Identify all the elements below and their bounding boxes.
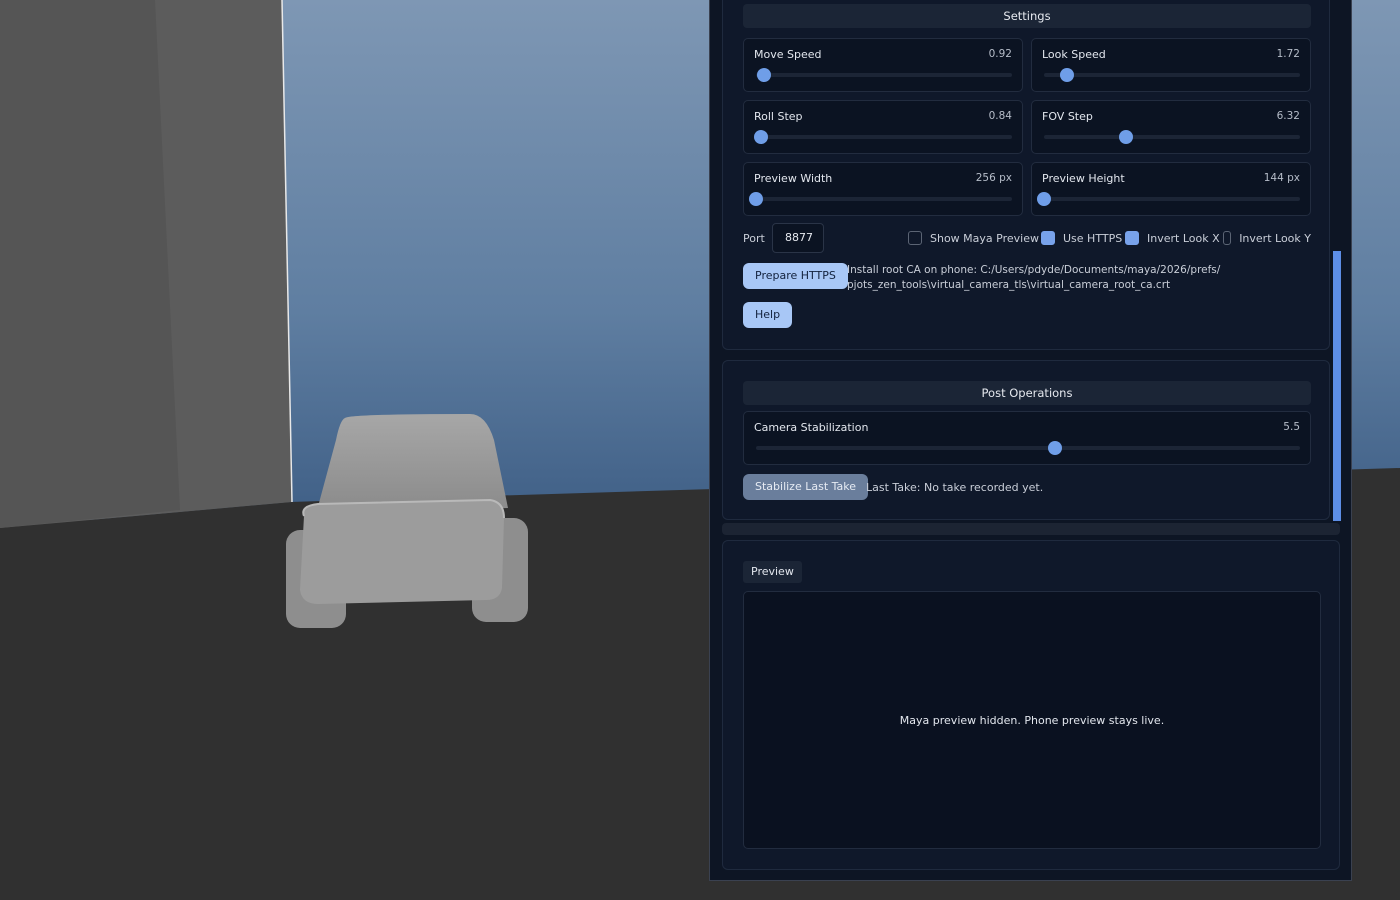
slider-thumb[interactable] bbox=[1118, 130, 1133, 144]
preview-message: Maya preview hidden. Phone preview stays… bbox=[899, 713, 1165, 727]
slider-track[interactable] bbox=[1037, 192, 1300, 206]
install-ca-line-1: Install root CA on phone: C:/Users/pdyde… bbox=[847, 264, 1221, 276]
slider-value: 1.72 bbox=[1276, 48, 1300, 60]
slider-thumb[interactable] bbox=[1037, 192, 1051, 206]
checkbox-box[interactable] bbox=[908, 231, 922, 245]
slider-track[interactable] bbox=[754, 130, 1012, 144]
slider-thumb[interactable] bbox=[749, 192, 763, 206]
settings-section: Settings Move Speed 0.92 Look Speed 1.72… bbox=[722, 0, 1330, 350]
slider-label: Move Speed bbox=[754, 48, 822, 61]
prepare-https-button[interactable]: Prepare HTTPS bbox=[743, 263, 848, 289]
virtual-camera-panel: Settings Move Speed 0.92 Look Speed 1.72… bbox=[709, 0, 1352, 881]
section-splitter[interactable] bbox=[722, 523, 1340, 535]
checkbox-label: Use HTTPS bbox=[1063, 231, 1123, 245]
checkbox-box[interactable] bbox=[1125, 231, 1139, 245]
slider-value: 256 px bbox=[975, 172, 1012, 184]
look-speed-slider[interactable]: Look Speed 1.72 bbox=[1031, 38, 1311, 92]
invert-look-y-checkbox[interactable]: Invert Look Y bbox=[1223, 230, 1311, 246]
stabilize-last-take-button[interactable]: Stabilize Last Take bbox=[743, 474, 869, 500]
slider-track[interactable] bbox=[749, 192, 1012, 206]
slider-value: 0.92 bbox=[988, 48, 1012, 60]
slider-track[interactable] bbox=[756, 441, 1300, 455]
preview-width-slider[interactable]: Preview Width 256 px bbox=[743, 162, 1023, 216]
show-maya-preview-checkbox[interactable]: Show Maya Preview bbox=[908, 230, 1039, 246]
slider-track[interactable] bbox=[1044, 130, 1300, 144]
roll-step-slider[interactable]: Roll Step 0.84 bbox=[743, 100, 1023, 154]
slider-thumb[interactable] bbox=[1060, 68, 1075, 82]
slider-thumb[interactable] bbox=[756, 68, 771, 82]
slider-label: Look Speed bbox=[1042, 48, 1106, 61]
post-operations-section: Post Operations Camera Stabilization 5.5… bbox=[722, 360, 1330, 520]
slider-value: 6.32 bbox=[1276, 110, 1300, 122]
fov-step-slider[interactable]: FOV Step 6.32 bbox=[1031, 100, 1311, 154]
install-ca-text: Install root CA on phone: C:/Users/pdyde… bbox=[847, 263, 1220, 293]
slider-value: 144 px bbox=[1263, 172, 1300, 184]
slider-label: Camera Stabilization bbox=[754, 421, 869, 434]
checkbox-label: Invert Look Y bbox=[1239, 231, 1311, 245]
checkbox-box[interactable] bbox=[1041, 231, 1055, 245]
port-value: 8877 bbox=[785, 231, 813, 244]
install-ca-line-2: pjots_zen_tools\virtual_camera_tls\virtu… bbox=[847, 279, 1171, 291]
move-speed-slider[interactable]: Move Speed 0.92 bbox=[743, 38, 1023, 92]
post-operations-header: Post Operations bbox=[743, 381, 1311, 405]
checkbox-label: Show Maya Preview bbox=[930, 231, 1039, 245]
last-take-status: Last Take: No take recorded yet. bbox=[866, 481, 1044, 494]
slider-track[interactable] bbox=[756, 68, 1012, 82]
preview-area: Maya preview hidden. Phone preview stays… bbox=[743, 591, 1321, 849]
slider-label: FOV Step bbox=[1042, 110, 1093, 123]
settings-header: Settings bbox=[743, 4, 1311, 28]
preview-height-slider[interactable]: Preview Height 144 px bbox=[1031, 162, 1311, 216]
preview-tab-label: Preview bbox=[743, 561, 802, 583]
port-label: Port bbox=[743, 232, 765, 245]
slider-thumb[interactable] bbox=[754, 130, 769, 144]
port-input[interactable]: 8877 bbox=[772, 223, 824, 253]
slider-value: 5.5 bbox=[1283, 421, 1300, 433]
slider-label: Roll Step bbox=[754, 110, 803, 123]
checkbox-label: Invert Look X bbox=[1147, 231, 1220, 245]
use-https-checkbox[interactable]: Use HTTPS bbox=[1041, 230, 1122, 246]
checkbox-box[interactable] bbox=[1223, 231, 1232, 245]
help-button[interactable]: Help bbox=[743, 302, 793, 328]
camera-stabilization-slider[interactable]: Camera Stabilization 5.5 bbox=[743, 411, 1311, 465]
invert-look-x-checkbox[interactable]: Invert Look X bbox=[1125, 230, 1220, 246]
slider-track[interactable] bbox=[1044, 68, 1300, 82]
preview-section: Preview Maya preview hidden. Phone previ… bbox=[722, 540, 1340, 870]
vertical-scrollbar[interactable] bbox=[1333, 251, 1341, 521]
slider-label: Preview Height bbox=[1042, 172, 1125, 185]
slider-value: 0.84 bbox=[988, 110, 1012, 122]
slider-label: Preview Width bbox=[754, 172, 833, 185]
slider-thumb[interactable] bbox=[1048, 441, 1063, 455]
